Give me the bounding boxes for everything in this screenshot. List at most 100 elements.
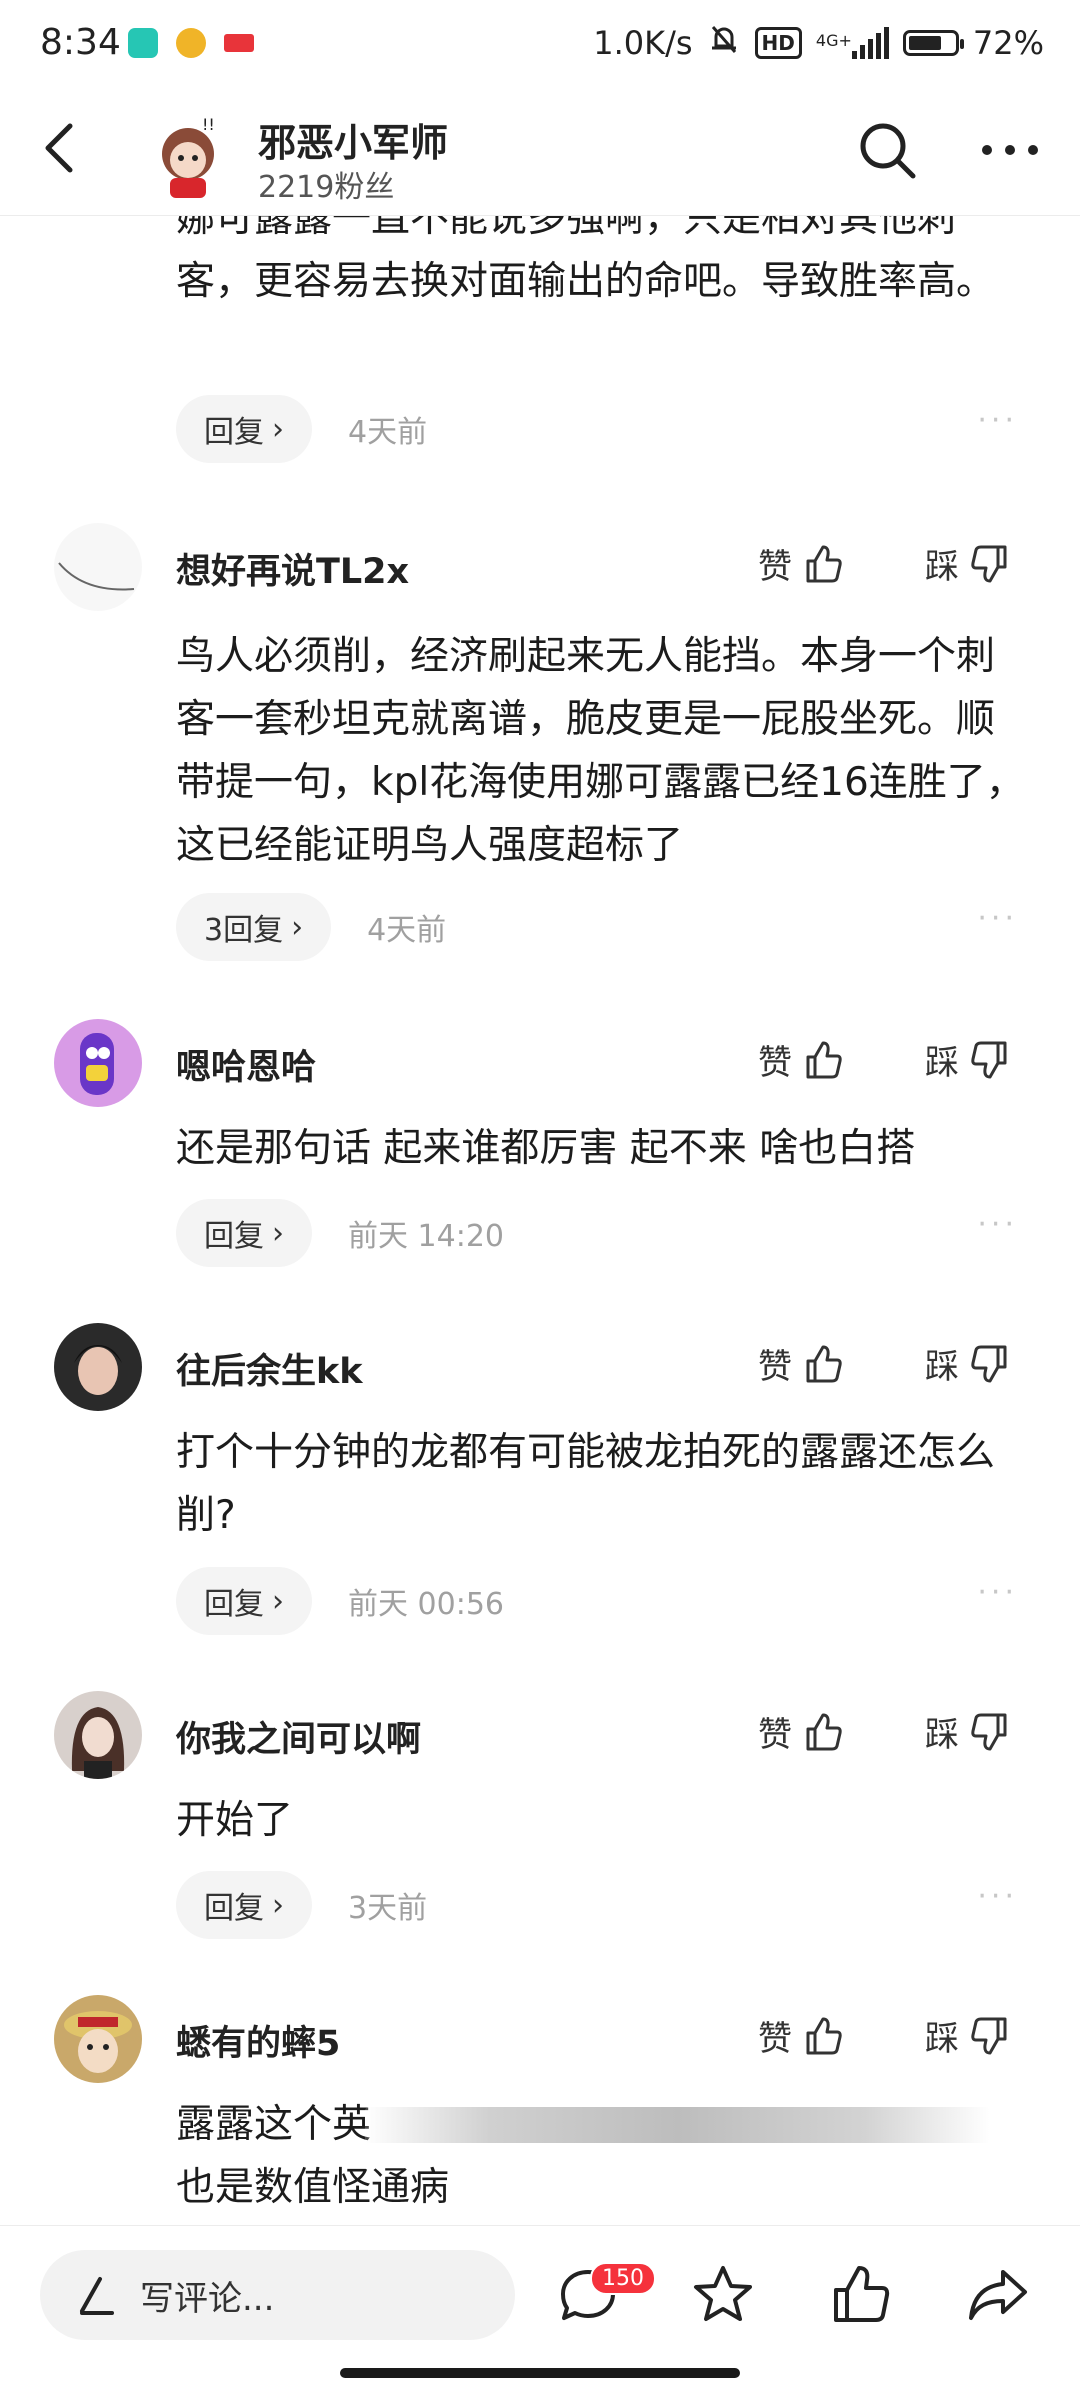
star-favorite-icon[interactable] bbox=[690, 2262, 756, 2328]
reply-label: 3回复 bbox=[204, 913, 284, 948]
thumbs-up-icon[interactable] bbox=[828, 2262, 894, 2328]
comment-more-icon[interactable]: ··· bbox=[977, 1207, 1018, 1242]
thumbs-up-icon bbox=[806, 545, 842, 582]
thumbs-up-icon bbox=[806, 2017, 842, 2054]
comment-more-icon[interactable]: ··· bbox=[977, 403, 1018, 438]
user-name[interactable]: 你我之间可以啊 bbox=[176, 1711, 421, 1762]
comment-text: 打个十分钟的龙都有可能被龙拍死的露露还怎么削? bbox=[176, 1430, 996, 1538]
back-arrow-icon[interactable] bbox=[30, 118, 90, 178]
author-avatar[interactable]: !! bbox=[140, 108, 236, 204]
view-replies-button[interactable]: 3回复 › bbox=[176, 893, 332, 961]
comment-more-icon[interactable]: ··· bbox=[977, 1879, 1018, 1914]
comment-list[interactable]: 娜可露露一直不能说多强啊，只是相对其他刺客，更容易去换对面输出的命吧。导致胜率高… bbox=[0, 215, 1080, 2225]
network-type: 4G+ bbox=[815, 31, 852, 50]
author-name[interactable]: 邪恶小军师 bbox=[258, 112, 448, 167]
search-icon[interactable] bbox=[855, 118, 919, 182]
thumbs-down-icon bbox=[971, 2017, 1007, 2054]
pen-icon bbox=[74, 2273, 118, 2317]
comment-input[interactable]: 写评论... bbox=[40, 2250, 515, 2340]
chevron-right-icon: › bbox=[272, 1215, 284, 1251]
chevron-right-icon: › bbox=[272, 1887, 284, 1923]
comment-count-badge: 150 bbox=[590, 2262, 656, 2295]
user-avatar[interactable] bbox=[54, 1691, 142, 1779]
dislike-label: 踩 bbox=[925, 547, 959, 587]
user-name[interactable]: 想好再说TL2x bbox=[176, 543, 409, 594]
user-name[interactable]: 嗯哈恩哈 bbox=[176, 1039, 316, 1090]
net-speed: 1.0K/s bbox=[593, 24, 693, 62]
user-name[interactable]: 往后余生kk bbox=[176, 1343, 363, 1394]
notification-icons bbox=[128, 28, 254, 58]
like-label: 赞 bbox=[758, 547, 792, 587]
svg-text:!!: !! bbox=[202, 115, 215, 134]
share-arrow-icon[interactable] bbox=[965, 2262, 1031, 2328]
author-fans: 2219粉丝 bbox=[258, 170, 395, 205]
like-label: 赞 bbox=[758, 1043, 792, 1083]
reply-button[interactable]: 回复 › bbox=[176, 1199, 312, 1267]
comment-time: 3天前 bbox=[348, 1891, 428, 1926]
dislike-button[interactable]: 踩 bbox=[925, 1707, 1011, 1756]
comment-text: 还是那句话 起来谁都厉害 起不来 啥也白搭 bbox=[176, 1126, 916, 1171]
thumbs-up-icon bbox=[806, 1713, 842, 1750]
like-button[interactable]: 赞 bbox=[758, 1707, 844, 1756]
dislike-button[interactable]: 踩 bbox=[925, 2011, 1011, 2060]
signal-icon: 4G+ bbox=[816, 27, 889, 59]
reply-label: 回复 bbox=[204, 415, 264, 450]
dislike-label: 踩 bbox=[925, 1043, 959, 1083]
reply-label: 回复 bbox=[204, 1891, 264, 1926]
dislike-button[interactable]: 踩 bbox=[925, 1035, 1011, 1084]
thumbs-up-icon bbox=[806, 1345, 842, 1382]
hd-voice-icon: HD bbox=[754, 27, 802, 59]
dislike-button[interactable]: 踩 bbox=[925, 1339, 1011, 1388]
comment-more-icon[interactable]: ··· bbox=[977, 1575, 1018, 1610]
battery-percent: 72% bbox=[972, 24, 1044, 62]
comment-time: 4天前 bbox=[367, 913, 447, 948]
mute-bell-icon bbox=[707, 22, 741, 64]
dislike-button[interactable]: 踩 bbox=[925, 539, 1011, 588]
dislike-label: 踩 bbox=[925, 2019, 959, 2059]
app-notification-icon bbox=[128, 28, 158, 58]
chevron-right-icon: › bbox=[272, 411, 284, 447]
reply-button[interactable]: 回复 › bbox=[176, 1871, 312, 1939]
comment-text: 娜可露露一直不能说多强啊，只是相对其他刺客，更容易去换对面输出的命吧。导致胜率高… bbox=[176, 215, 996, 304]
comment-more-icon[interactable]: ··· bbox=[977, 901, 1018, 936]
like-button[interactable]: 赞 bbox=[758, 539, 844, 588]
article-header: !! 邪恶小军师 2219粉丝 bbox=[0, 90, 1080, 216]
redaction-blur bbox=[365, 2107, 990, 2143]
dislike-label: 踩 bbox=[925, 1347, 959, 1387]
like-label: 赞 bbox=[758, 1715, 792, 1755]
thumbs-down-icon bbox=[971, 1713, 1007, 1750]
user-name[interactable]: 蟋有的蟀5 bbox=[176, 2015, 340, 2066]
status-bar: 8:34 1.0K/s HD 4G+ 72% bbox=[0, 0, 1080, 90]
comment-text: 开始了 bbox=[176, 1798, 294, 1843]
comment-time: 前天 14:20 bbox=[348, 1219, 504, 1254]
chevron-right-icon: › bbox=[291, 909, 304, 945]
like-label: 赞 bbox=[758, 1347, 792, 1387]
status-time: 8:34 bbox=[40, 22, 121, 63]
user-avatar[interactable] bbox=[54, 1323, 142, 1411]
reply-label: 回复 bbox=[204, 1219, 264, 1254]
comment-text: 鸟人必须削，经济刷起来无人能挡。本身一个刺客一套秒坦克就离谱，脆皮更是一屁股坐死… bbox=[176, 634, 1025, 868]
comment-text-line: 也是数值怪通病 bbox=[176, 2165, 450, 2210]
home-indicator[interactable] bbox=[340, 2368, 740, 2378]
thumbs-up-icon bbox=[806, 1041, 842, 1078]
dislike-label: 踩 bbox=[925, 1715, 959, 1755]
app-notification-icon bbox=[176, 28, 206, 58]
user-avatar[interactable] bbox=[54, 523, 142, 611]
toutiao-notification-icon bbox=[224, 34, 254, 52]
thumbs-down-icon bbox=[971, 545, 1007, 582]
like-button[interactable]: 赞 bbox=[758, 1035, 844, 1084]
user-avatar[interactable] bbox=[54, 1995, 142, 2083]
reply-label: 回复 bbox=[204, 1587, 264, 1622]
reply-button[interactable]: 回复 › bbox=[176, 395, 312, 463]
thumbs-down-icon bbox=[971, 1041, 1007, 1078]
like-button[interactable]: 赞 bbox=[758, 2011, 844, 2060]
chevron-right-icon: › bbox=[272, 1583, 284, 1619]
comment-time: 4天前 bbox=[348, 415, 428, 450]
user-avatar[interactable] bbox=[54, 1019, 142, 1107]
battery-icon bbox=[902, 30, 964, 56]
like-button[interactable]: 赞 bbox=[758, 1339, 844, 1388]
reply-button[interactable]: 回复 › bbox=[176, 1567, 312, 1635]
comment-time: 前天 00:56 bbox=[348, 1587, 504, 1622]
thumbs-down-icon bbox=[971, 1345, 1007, 1382]
more-options-icon[interactable] bbox=[975, 118, 1045, 182]
